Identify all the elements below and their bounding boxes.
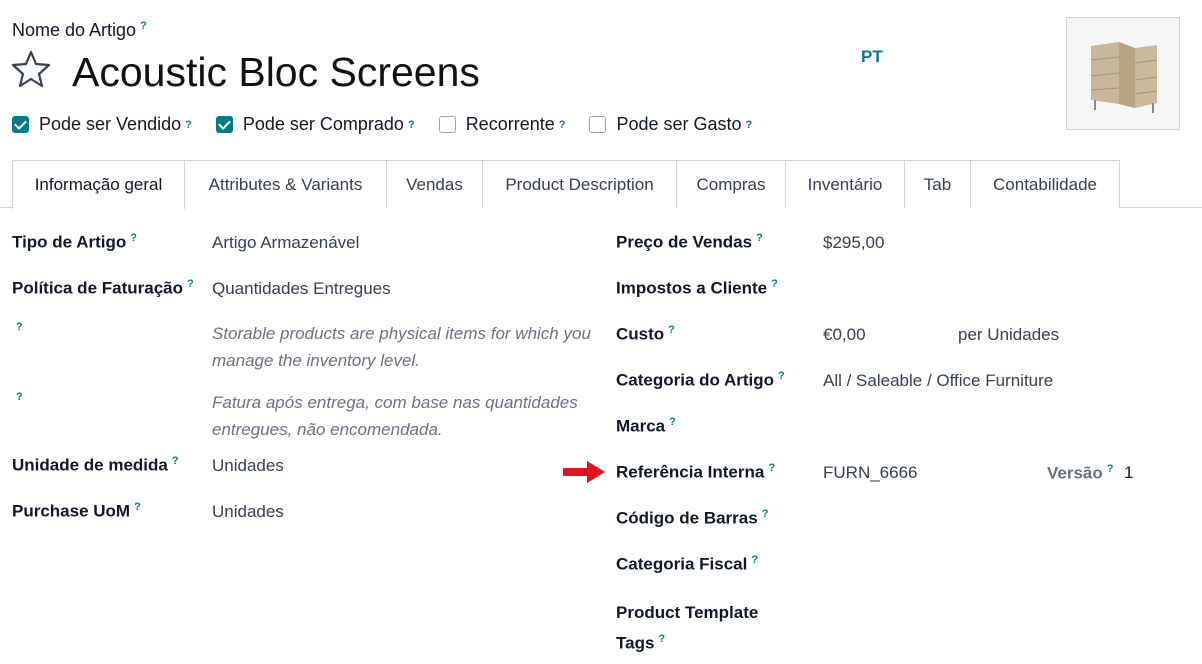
help-icon[interactable]: ? bbox=[768, 462, 775, 474]
help-icon[interactable]: ? bbox=[187, 278, 194, 290]
sales-price-label: Preço de Vendas? bbox=[616, 232, 763, 252]
tab-accounting[interactable]: Contabilidade bbox=[970, 160, 1120, 208]
template-tags-label: Product Template Tags? bbox=[616, 603, 759, 653]
customer-taxes-label: Impostos a Cliente? bbox=[616, 278, 778, 298]
help-icon[interactable]: ? bbox=[140, 20, 147, 32]
help-icon[interactable]: ? bbox=[751, 554, 758, 566]
help-icon[interactable]: ? bbox=[1107, 463, 1114, 475]
brand-label: Marca? bbox=[616, 416, 676, 436]
category-field[interactable]: All / Saleable / Office Furniture bbox=[823, 371, 1053, 391]
tab-attributes-variants[interactable]: Attributes & Variants bbox=[184, 160, 387, 208]
tab-purchases[interactable]: Compras bbox=[676, 160, 786, 208]
product-type-label: Tipo de Artigo? bbox=[12, 232, 138, 252]
version-label: Versão? bbox=[1047, 463, 1114, 483]
cost-field[interactable]: €0,00 bbox=[823, 325, 866, 345]
product-name-label: Nome do Artigo? bbox=[12, 20, 147, 40]
tab-sales[interactable]: Vendas bbox=[386, 160, 483, 208]
help-icon[interactable]: ? bbox=[668, 324, 675, 336]
tab-tab[interactable]: Tab bbox=[904, 160, 971, 208]
help-icon[interactable]: ? bbox=[16, 321, 23, 333]
internal-reference-field[interactable]: FURN_6666 bbox=[823, 463, 918, 483]
star-icon[interactable] bbox=[11, 50, 51, 88]
uom-label: Unidade de medida? bbox=[12, 455, 179, 475]
checkbox-unchecked[interactable] bbox=[438, 116, 456, 133]
cost-unit-text: per Unidades bbox=[958, 325, 1060, 344]
help-icon[interactable]: ? bbox=[408, 119, 415, 131]
invoice-policy-field[interactable]: Quantidades Entregues bbox=[212, 279, 391, 299]
help-icon[interactable]: ? bbox=[756, 232, 763, 244]
invoice-help-text: Fatura após entrega, com base nas quanti… bbox=[212, 393, 578, 439]
can-be-sold-checkbox[interactable]: Pode ser Vendido? bbox=[12, 114, 192, 135]
help-icon[interactable]: ? bbox=[778, 370, 785, 382]
help-icon[interactable]: ? bbox=[669, 416, 676, 428]
category-label: Categoria do Artigo? bbox=[616, 370, 785, 390]
product-options: Pode ser Vendido? Pode ser Comprado? Rec… bbox=[12, 114, 776, 135]
invoice-policy-label: Política de Faturação? bbox=[12, 278, 194, 298]
checkbox-checked[interactable] bbox=[12, 116, 29, 133]
help-icon[interactable]: ? bbox=[185, 119, 192, 131]
can-be-expensed-checkbox[interactable]: Pode ser Gasto? bbox=[589, 114, 752, 135]
storable-help-text: Storable products are physical items for… bbox=[212, 324, 591, 370]
fiscal-category-label: Categoria Fiscal? bbox=[616, 554, 759, 574]
barcode-label: Código de Barras? bbox=[616, 508, 769, 528]
help-icon[interactable]: ? bbox=[746, 119, 753, 131]
product-type-field[interactable]: Artigo Armazenável bbox=[212, 233, 359, 253]
checkbox-checked[interactable] bbox=[215, 116, 233, 133]
version-field[interactable]: 1 bbox=[1124, 463, 1133, 483]
language-button[interactable]: PT bbox=[861, 47, 883, 67]
tab-product-description[interactable]: Product Description bbox=[482, 160, 677, 208]
uom-field[interactable]: Unidades bbox=[212, 456, 284, 476]
cost-label: Custo? bbox=[616, 324, 675, 344]
product-image[interactable] bbox=[1066, 17, 1180, 130]
tab-general-info[interactable]: Informação geral bbox=[12, 160, 185, 209]
help-icon[interactable]: ? bbox=[134, 501, 141, 513]
recurring-checkbox[interactable]: Recorrente? bbox=[438, 114, 566, 135]
tab-inventory[interactable]: Inventário bbox=[785, 160, 905, 208]
sales-price-field[interactable]: $295,00 bbox=[823, 233, 884, 253]
acoustic-screen-image bbox=[1067, 18, 1179, 129]
product-name-input[interactable]: Acoustic Bloc Screens bbox=[72, 47, 480, 97]
arrow-right-icon bbox=[563, 461, 605, 483]
form-tabs: Informação geral Attributes & Variants V… bbox=[0, 160, 1202, 209]
help-icon[interactable]: ? bbox=[130, 232, 137, 244]
help-icon[interactable]: ? bbox=[762, 508, 769, 520]
help-icon[interactable]: ? bbox=[559, 119, 566, 131]
help-icon[interactable]: ? bbox=[172, 455, 179, 467]
help-icon[interactable]: ? bbox=[16, 391, 23, 403]
can-be-purchased-checkbox[interactable]: Pode ser Comprado? bbox=[215, 114, 415, 135]
purchase-uom-label: Purchase UoM? bbox=[12, 501, 141, 521]
checkbox-unchecked[interactable] bbox=[589, 116, 607, 133]
help-icon[interactable]: ? bbox=[658, 633, 665, 645]
internal-reference-label: Referência Interna? bbox=[616, 462, 776, 482]
purchase-uom-field[interactable]: Unidades bbox=[212, 502, 284, 522]
help-icon[interactable]: ? bbox=[771, 278, 778, 290]
